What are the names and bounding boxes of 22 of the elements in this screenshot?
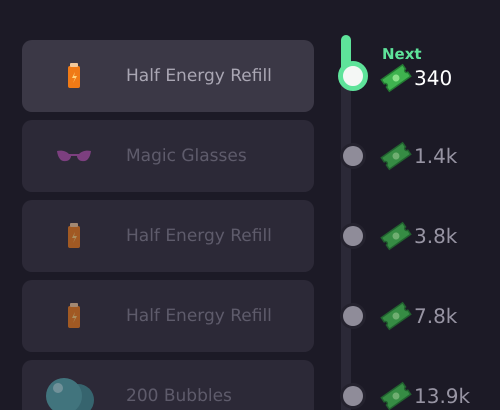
current-node: [338, 61, 368, 91]
next-label: Next: [382, 45, 422, 63]
ticket-icon: [380, 63, 412, 93]
reward-card[interactable]: Half Energy Refill: [22, 40, 314, 112]
milestone-node: [343, 146, 363, 166]
ticket-icon: [380, 301, 412, 331]
battery-icon: [67, 303, 81, 329]
price-label: 7.8k: [414, 304, 458, 328]
milestone-node: [343, 226, 363, 246]
ticket-icon: [380, 221, 412, 251]
ticket-icon: [380, 381, 412, 410]
battery-icon: [67, 63, 81, 89]
price-label: 340: [414, 66, 452, 90]
price-label: 13.9k: [414, 384, 470, 408]
price-label: 1.4k: [414, 144, 458, 168]
milestone-node: [343, 386, 363, 406]
price-label: 3.8k: [414, 224, 458, 248]
glasses-icon: [56, 149, 92, 163]
milestone-node: [343, 306, 363, 326]
reward-name: Half Energy Refill: [126, 66, 272, 86]
battery-icon: [67, 223, 81, 249]
ticket-icon: [380, 141, 412, 171]
